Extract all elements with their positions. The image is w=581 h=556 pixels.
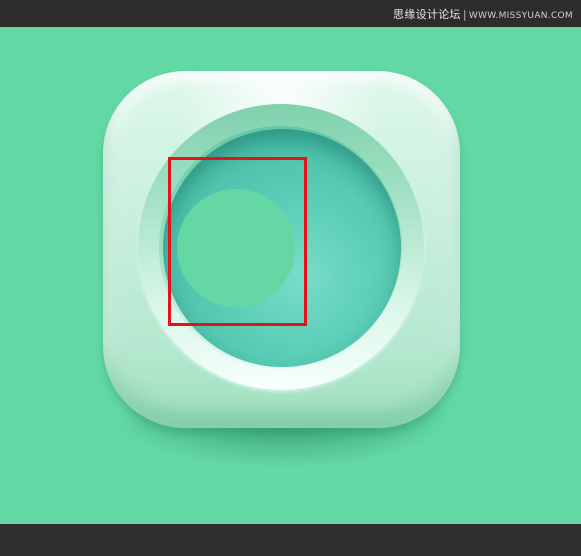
design-canvas xyxy=(0,27,581,524)
top-bar: 思缘设计论坛 | WWW.MISSYUAN.COM xyxy=(0,0,581,27)
red-highlight-box xyxy=(168,157,307,326)
watermark-separator: | xyxy=(462,8,467,21)
site-watermark: 思缘设计论坛 | WWW.MISSYUAN.COM xyxy=(393,6,573,22)
watermark-url: WWW.MISSYUAN.COM xyxy=(468,11,573,21)
watermark-site-name: 思缘设计论坛 xyxy=(393,8,461,21)
bottom-bar xyxy=(0,524,581,556)
